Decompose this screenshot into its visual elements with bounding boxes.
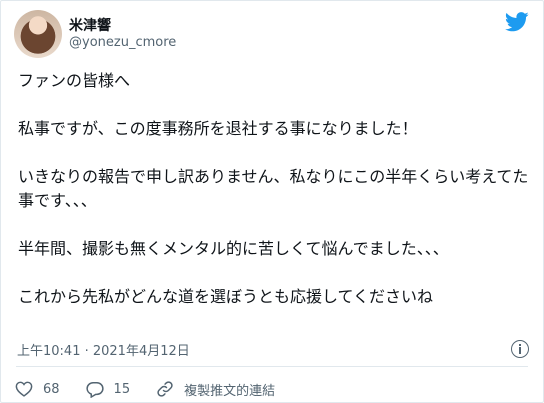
avatar[interactable] (14, 10, 62, 58)
tweet-paragraph: 私事ですが、この度事務所を退社する事になりました！ (18, 119, 418, 138)
divider (16, 366, 528, 367)
tweet-card: 米津響 @yonezu_cmore ファンの皆様へ 私事ですが、この度事務所を退… (0, 0, 544, 403)
action-bar: 68 15 複製推文的連結 (15, 378, 301, 400)
tweet-text: ファンの皆様へ 私事ですが、この度事務所を退社する事になりました！ いきなりの報… (18, 69, 530, 333)
tweet-paragraph: ファンの皆様へ (18, 71, 131, 90)
copy-link-button[interactable]: 複製推文的連結 (156, 380, 275, 399)
twitter-bird-icon[interactable] (505, 12, 529, 32)
copy-link-label: 複製推文的連結 (184, 383, 276, 399)
user-display-name[interactable]: 米津響 (69, 15, 111, 35)
tweet-paragraph: 半年間、撮影も無くメンタル的に苦しくて悩んでました、、、 (18, 239, 449, 258)
tweet-paragraph: いきなりの報告で申し訳ありません、私なりにこの半年くらい考えてた事です、、、 (18, 167, 529, 210)
heart-icon (15, 381, 33, 397)
like-count: 68 (43, 381, 60, 397)
info-icon[interactable] (511, 340, 529, 358)
tweet-timestamp[interactable]: 上午10:41 · 2021年4月12日 (17, 340, 190, 359)
like-button[interactable]: 68 (15, 381, 60, 397)
reply-button[interactable]: 15 (85, 381, 131, 398)
user-handle[interactable]: @yonezu_cmore (69, 35, 176, 50)
reply-count: 15 (113, 381, 131, 397)
link-icon (157, 381, 173, 397)
tweet-paragraph: これから先私がどんな道を選ぼうとも応援してくださいね (18, 287, 434, 306)
reply-bubble-icon (85, 381, 104, 398)
